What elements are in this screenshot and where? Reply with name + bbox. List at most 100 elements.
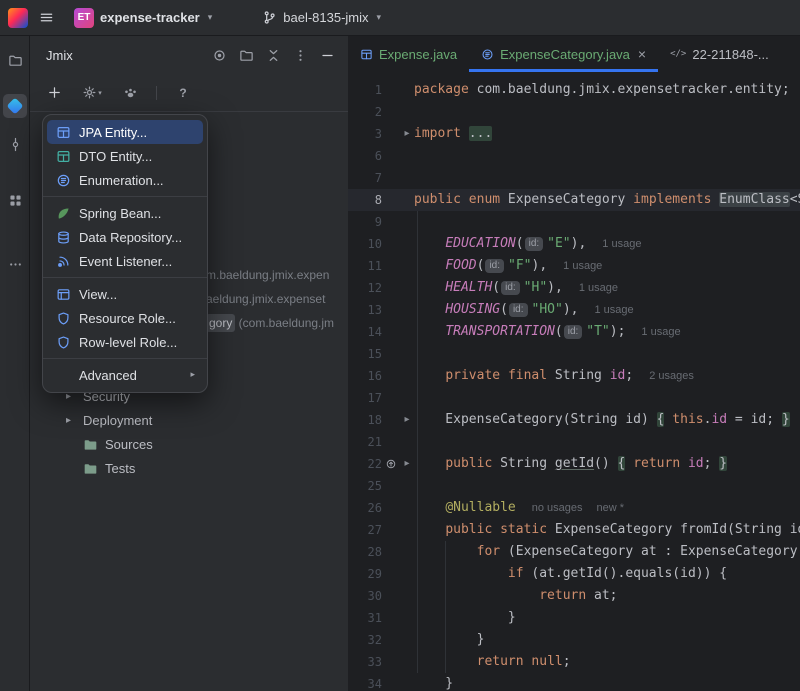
code-editor[interactable]: 1package com.baeldung.jmix.expensetracke…: [348, 72, 800, 691]
line-number[interactable]: 29: [348, 563, 382, 585]
code-token: ExpenseCategory: [500, 192, 633, 207]
line-number[interactable]: 31: [348, 607, 382, 629]
collapse-icon: [266, 48, 281, 63]
menu-item-row-level-role[interactable]: Row-level Role...: [47, 330, 203, 354]
new-item-button[interactable]: [42, 81, 66, 105]
gutter-spacer: [382, 585, 400, 607]
code-line: 25: [348, 475, 800, 497]
jmix-tool-button[interactable]: [3, 94, 27, 118]
commit-tool-button[interactable]: [3, 132, 27, 156]
project-tree: ▸Security▸DeploymentSourcesTests: [30, 384, 348, 480]
code-token: [414, 302, 445, 317]
line-number[interactable]: 16: [348, 365, 382, 387]
fold-spacer: [400, 299, 414, 321]
line-number[interactable]: 34: [348, 673, 382, 691]
menu-item-view[interactable]: View...: [47, 282, 203, 306]
project-tool-button[interactable]: [3, 48, 27, 72]
fold-arrow-icon[interactable]: ▸: [400, 123, 414, 145]
line-number[interactable]: 17: [348, 387, 382, 409]
line-number[interactable]: 3: [348, 123, 382, 145]
line-number[interactable]: 21: [348, 431, 382, 453]
menu-item-dto-entity[interactable]: DTO Entity...: [47, 144, 203, 168]
help-button[interactable]: ?: [171, 81, 195, 105]
tree-item-sources[interactable]: Sources: [30, 432, 348, 456]
view-icon: [55, 286, 71, 302]
line-number[interactable]: 32: [348, 629, 382, 651]
code-token: EDUCATION: [445, 236, 515, 251]
code-text: HOUSING(id:"HO"),1 usage: [414, 299, 800, 321]
line-number[interactable]: 9: [348, 211, 382, 233]
gutter-spacer: [382, 211, 400, 233]
code-token: [414, 500, 445, 515]
editor-area: Expense.javaExpenseCategory.java×</>22-2…: [348, 36, 800, 691]
line-number[interactable]: 22: [348, 453, 382, 475]
more-tool-windows-button[interactable]: [3, 252, 27, 276]
settings-button[interactable]: ▾: [80, 81, 104, 105]
fold-arrow-icon[interactable]: ▸: [400, 453, 414, 475]
tree-item-deployment[interactable]: ▸Deployment: [30, 408, 348, 432]
tree-node-text: m.baeldung.jmix.expen: [206, 268, 329, 282]
blank-icon: [55, 367, 71, 383]
line-number[interactable]: 14: [348, 321, 382, 343]
line-number[interactable]: 2: [348, 101, 382, 123]
structure-tool-button[interactable]: [3, 188, 27, 212]
fold-arrow-icon[interactable]: ▸: [400, 409, 414, 431]
line-number[interactable]: 27: [348, 519, 382, 541]
menu-item-enumeration[interactable]: Enumeration...: [47, 168, 203, 192]
line-number[interactable]: 13: [348, 299, 382, 321]
repository-icon: [55, 229, 71, 245]
code-token: package: [414, 82, 469, 97]
code-token: [625, 456, 633, 471]
panel-options-button[interactable]: [291, 46, 309, 64]
implement-marker-icon[interactable]: [382, 453, 400, 475]
jmix-marketplace-button[interactable]: [118, 81, 142, 105]
code-line: 10 EDUCATION(id:"E"),1 usage: [348, 233, 800, 255]
main-menu-button[interactable]: [32, 4, 60, 32]
code-token: [414, 236, 445, 251]
tab-expensecategory-java[interactable]: ExpenseCategory.java×: [469, 36, 658, 72]
code-text: ExpenseCategory(String id) { this.id = i…: [414, 409, 800, 431]
line-number[interactable]: 6: [348, 145, 382, 167]
line-number[interactable]: 8: [348, 189, 382, 211]
branch-selector[interactable]: bael-8135-jmix ▾: [254, 7, 389, 28]
line-number[interactable]: 15: [348, 343, 382, 365]
line-number[interactable]: 25: [348, 475, 382, 497]
close-tab-button[interactable]: ×: [638, 47, 646, 61]
menu-item-data-repository[interactable]: Data Repository...: [47, 225, 203, 249]
menu-item-resource-role[interactable]: Resource Role...: [47, 306, 203, 330]
code-line: 31 }: [348, 607, 800, 629]
menu-item-spring-bean[interactable]: Spring Bean...: [47, 201, 203, 225]
line-number[interactable]: 26: [348, 497, 382, 519]
tab-22-211848[interactable]: </>22-211848-...: [658, 36, 781, 72]
menu-item-jpa-entity[interactable]: JPA Entity...: [47, 120, 203, 144]
code-token: null: [531, 654, 562, 669]
gutter-spacer: [382, 277, 400, 299]
menu-item-advanced[interactable]: Advanced▸: [47, 363, 203, 387]
code-text: [414, 387, 800, 409]
line-number[interactable]: 1: [348, 79, 382, 101]
line-number[interactable]: 18: [348, 409, 382, 431]
gutter-spacer: [382, 387, 400, 409]
tree-row[interactable]: m.baeldung.jmix.expen: [206, 263, 348, 287]
expand-button[interactable]: [237, 46, 255, 64]
project-selector[interactable]: ET expense-tracker ▾: [66, 5, 220, 31]
tree-row[interactable]: aeldung.jmix.expenset: [206, 287, 348, 311]
line-number[interactable]: 33: [348, 651, 382, 673]
line-number[interactable]: 28: [348, 541, 382, 563]
tree-row[interactable]: gory (com.baeldung.jm: [206, 311, 348, 335]
code-token: id: [688, 456, 704, 471]
tab-expense-java[interactable]: Expense.java: [348, 36, 469, 72]
menu-item-event-listener[interactable]: Event Listener...: [47, 249, 203, 273]
line-number[interactable]: 30: [348, 585, 382, 607]
code-line: 7: [348, 167, 800, 189]
locate-file-button[interactable]: [210, 46, 228, 64]
line-number[interactable]: 10: [348, 233, 382, 255]
line-number[interactable]: 11: [348, 255, 382, 277]
tree-item-tests[interactable]: Tests: [30, 456, 348, 480]
code-text: EDUCATION(id:"E"),1 usage: [414, 233, 800, 255]
hide-panel-button[interactable]: [318, 46, 336, 64]
line-number[interactable]: 7: [348, 167, 382, 189]
code-token: FOOD: [445, 258, 476, 273]
line-number[interactable]: 12: [348, 277, 382, 299]
collapse-all-button[interactable]: [264, 46, 282, 64]
